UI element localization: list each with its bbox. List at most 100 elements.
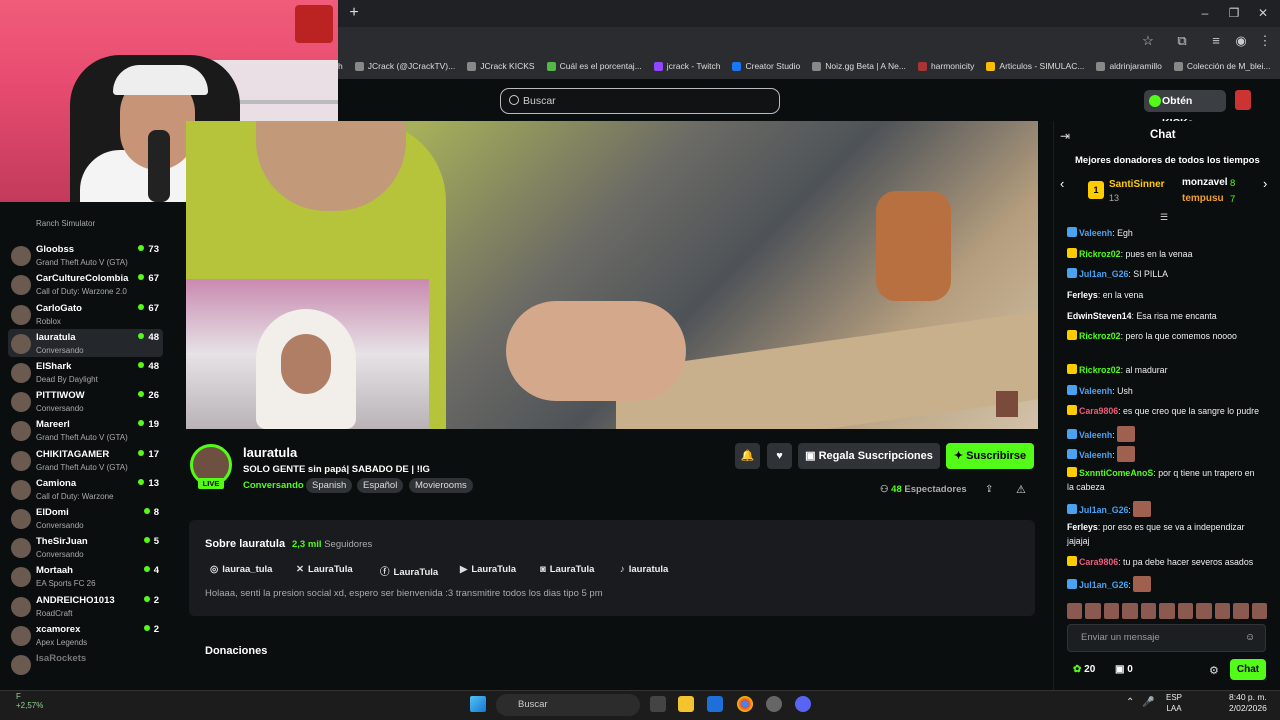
extensions-icon[interactable]: ⧉ [1173, 33, 1191, 49]
donor-name[interactable]: monzavel [1182, 177, 1228, 188]
sidebar-channel-item[interactable]: ANDREICHO1013 RoadCraft 2 [8, 592, 163, 620]
chat-username[interactable]: Jul1an_G26 [1079, 269, 1128, 279]
sidebar-channel-item[interactable]: CarCultureColombia Call of Duty: Warzone … [8, 270, 163, 298]
close-window-icon[interactable]: ✕ [1253, 5, 1273, 21]
chat-username[interactable]: EdwinSteven14 [1067, 311, 1132, 321]
file-explorer-icon[interactable] [678, 696, 694, 712]
emote[interactable] [1251, 603, 1267, 619]
media-icon[interactable]: ≡ [1207, 33, 1225, 49]
sidebar-channel-item[interactable]: ElDomi Conversando 8 [8, 504, 163, 532]
emote[interactable] [1233, 603, 1249, 619]
chat-username[interactable]: Rickroz02 [1079, 249, 1121, 259]
gear-icon[interactable]: ⚙ [1209, 664, 1219, 677]
bookmark-item[interactable]: harmonicity [917, 57, 974, 75]
menu-icon[interactable]: ⋮ [1256, 33, 1274, 49]
user-avatar[interactable] [1235, 90, 1251, 110]
stream-category[interactable]: Conversando [243, 480, 304, 491]
sidebar-channel-item[interactable]: Mareerl Grand Theft Auto V (GTA) 19 [8, 416, 163, 444]
task-view-icon[interactable] [650, 696, 666, 712]
bookmark-item[interactable]: h [338, 57, 343, 75]
sidebar-channel-item[interactable]: CHIKITAGAMER Grand Theft Auto V (GTA) 17 [8, 446, 163, 474]
emoji-icon[interactable]: ☺ [1245, 632, 1255, 643]
chat-username[interactable]: Jul1an_G26 [1079, 580, 1128, 590]
social-link-x[interactable]: ✕ LauraTula [296, 564, 353, 575]
bookmark-item[interactable]: aldrinjaramillo [1096, 57, 1162, 75]
social-link-youtube[interactable]: ▶ LauraTula [460, 564, 516, 575]
emote[interactable] [1214, 603, 1231, 619]
chat-username[interactable]: Ferleys [1067, 522, 1098, 532]
chevron-left-icon[interactable]: ‹ [1060, 176, 1064, 191]
sidebar-channel-item[interactable]: xcamorex Apex Legends 2 [8, 621, 163, 649]
social-link-tiktok[interactable]: ♪ lauratula [620, 564, 668, 575]
emote[interactable] [1159, 603, 1175, 619]
subscribe-button[interactable]: ✦ Suscribirse [946, 443, 1034, 469]
search-input[interactable]: Buscar [500, 88, 780, 114]
emote[interactable] [1103, 603, 1120, 619]
windows-start-icon[interactable] [470, 696, 486, 712]
emote[interactable] [1140, 603, 1157, 619]
system-tray-icons[interactable]: ⌃🎤 [1126, 697, 1163, 708]
chat-username[interactable]: Ferleys [1067, 290, 1098, 300]
emote[interactable] [1085, 603, 1101, 619]
emote[interactable] [1122, 603, 1138, 619]
bookmark-item[interactable]: Cuál es el porcentaj... [546, 57, 642, 75]
emote[interactable] [1067, 603, 1083, 619]
chat-username[interactable]: Jul1an_G26 [1079, 505, 1128, 515]
donor-name[interactable]: SantiSinner [1109, 179, 1165, 190]
donor-name[interactable]: tempusu [1182, 193, 1224, 204]
chat-username[interactable]: Cara9806 [1079, 406, 1118, 416]
chat-input[interactable]: Enviar un mensaje [1067, 624, 1266, 652]
sidebar-channel-item[interactable]: TheSirJuan Conversando 5 [8, 533, 163, 561]
taskbar-clock[interactable]: 8:40 p. m. 2/02/2026 [1229, 692, 1267, 714]
sidebar-channel-item[interactable]: IsaRockets [8, 650, 163, 678]
pinned-icon[interactable]: ☰ [1160, 212, 1168, 223]
social-link-instagram[interactable]: ◎ lauraa_tula [210, 564, 272, 575]
emote[interactable] [1196, 603, 1212, 619]
sidebar-channel-item[interactable]: PITTIWOW Conversando 26 [8, 387, 163, 415]
taskbar-search[interactable]: Buscar [496, 694, 640, 716]
bookmark-item[interactable]: JCrack (@JCrackTV)... [354, 57, 455, 75]
discord-icon[interactable] [795, 696, 811, 712]
share-icon[interactable]: ⇪ [985, 484, 993, 495]
bookmark-item[interactable]: jcrack - Twitch [653, 57, 720, 75]
sidebar-channel-item[interactable]: Camiona Call of Duty: Warzone 13 [8, 475, 163, 503]
tag-chip[interactable]: Spanish [306, 478, 353, 493]
language-indicator[interactable]: ESP LAA [1166, 692, 1182, 714]
social-link-discord[interactable]: ◙ LauraTula [540, 564, 594, 575]
new-tab-icon[interactable]: + [345, 4, 363, 22]
mail-icon[interactable] [707, 696, 723, 712]
chrome-icon[interactable] [737, 696, 753, 712]
bookmark-item[interactable]: Articulos - SIMULAC... [986, 57, 1084, 75]
tag-chip[interactable]: Español [357, 478, 404, 493]
bookmark-item[interactable]: Creator Studio [732, 57, 800, 75]
stock-widget[interactable]: F +2,57% [16, 692, 43, 710]
chat-username[interactable]: Cara9806 [1079, 557, 1118, 567]
channel-name[interactable]: lauratula [243, 445, 297, 460]
chat-send-button[interactable]: Chat [1230, 659, 1266, 680]
bookmark-item[interactable]: Colección de M_blei... [1173, 57, 1271, 75]
bookmark-item[interactable]: JCrack KICKS [467, 57, 535, 75]
chat-username[interactable]: Valeenh [1079, 386, 1112, 396]
follow-heart-icon[interactable]: ♥ [767, 443, 792, 469]
sidebar-channel-item[interactable]: ElShark Dead By Daylight 48 [8, 358, 163, 386]
kicks-balance[interactable]: ✿ 20 [1073, 664, 1095, 675]
chat-username[interactable]: Rickroz02 [1079, 365, 1121, 375]
emote[interactable] [1177, 603, 1194, 619]
minimize-icon[interactable]: – [1195, 5, 1215, 21]
report-icon[interactable]: ⚠ [1016, 483, 1026, 496]
gift-subs-button[interactable]: ▣ Regala Suscripciones [798, 443, 940, 469]
sidebar-channel-item[interactable]: Gloobss Grand Theft Auto V (GTA) 73 [8, 241, 163, 269]
chat-username[interactable]: SxnntiComeAnoS [1079, 468, 1153, 478]
chevron-right-icon[interactable]: › [1263, 176, 1267, 191]
sidebar-channel-item[interactable]: lauratula Conversando 48 [8, 328, 163, 357]
obs-icon[interactable] [766, 696, 782, 712]
chat-username[interactable]: Valeenh [1079, 450, 1112, 460]
notifications-bell-icon[interactable]: 🔔 [735, 443, 760, 469]
gift-balance[interactable]: ▣ 0 [1115, 664, 1133, 675]
video-player[interactable] [186, 121, 1038, 429]
tag-chip[interactable]: Movierooms [409, 478, 473, 493]
chat-username[interactable]: Rickroz02 [1079, 331, 1121, 341]
chat-username[interactable]: Valeenh [1079, 430, 1112, 440]
social-link-facebook[interactable]: ⓕ LauraTula [380, 564, 438, 578]
profile-icon[interactable]: ◉ [1232, 33, 1250, 49]
